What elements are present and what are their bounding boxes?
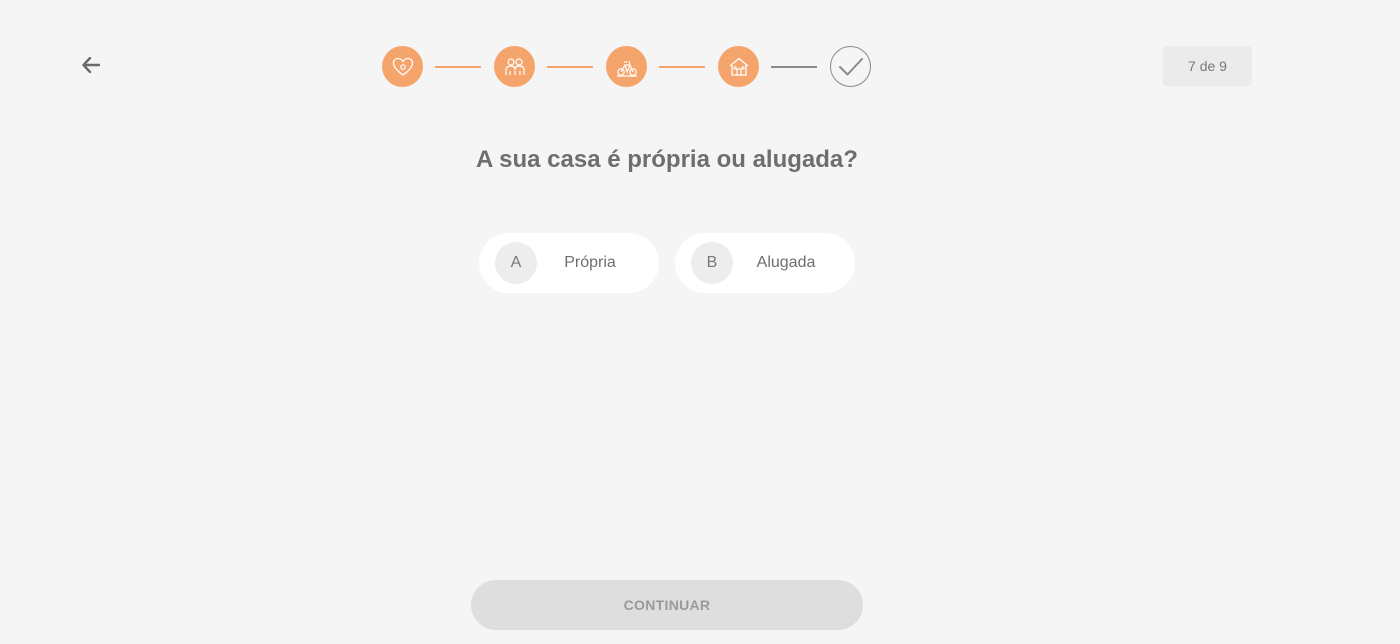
option-propria[interactable]: A Própria bbox=[479, 233, 659, 293]
option-letter: A bbox=[495, 242, 537, 284]
heart-icon bbox=[392, 57, 413, 76]
house-icon bbox=[729, 57, 748, 76]
step-1 bbox=[382, 46, 423, 87]
check-icon bbox=[838, 57, 863, 75]
option-label: Própria bbox=[564, 254, 616, 271]
option-alugada[interactable]: B Alugada bbox=[675, 233, 855, 293]
question-title: A sua casa é própria ou alugada? bbox=[476, 146, 858, 173]
bicycle-icon bbox=[616, 60, 637, 77]
answer-options: A Própria B Alugada bbox=[479, 233, 855, 293]
step-connector bbox=[771, 65, 817, 68]
back-button[interactable] bbox=[78, 52, 104, 78]
step-2 bbox=[494, 46, 535, 87]
continue-button[interactable]: CONTINUAR bbox=[471, 580, 863, 630]
step-connector bbox=[435, 65, 481, 68]
step-3 bbox=[606, 46, 647, 87]
option-label: Alugada bbox=[756, 254, 816, 271]
progress-stepper bbox=[382, 46, 871, 87]
step-5 bbox=[830, 46, 871, 87]
option-letter: B bbox=[691, 242, 733, 284]
family-icon bbox=[504, 57, 525, 75]
step-connector bbox=[659, 65, 705, 68]
step-connector bbox=[547, 65, 593, 68]
quiz-page: 7 de 9 A sua casa é própria ou alugada? … bbox=[0, 0, 1400, 644]
step-counter: 7 de 9 bbox=[1163, 46, 1252, 86]
arrow-left-icon bbox=[82, 57, 100, 73]
step-4 bbox=[718, 46, 759, 87]
